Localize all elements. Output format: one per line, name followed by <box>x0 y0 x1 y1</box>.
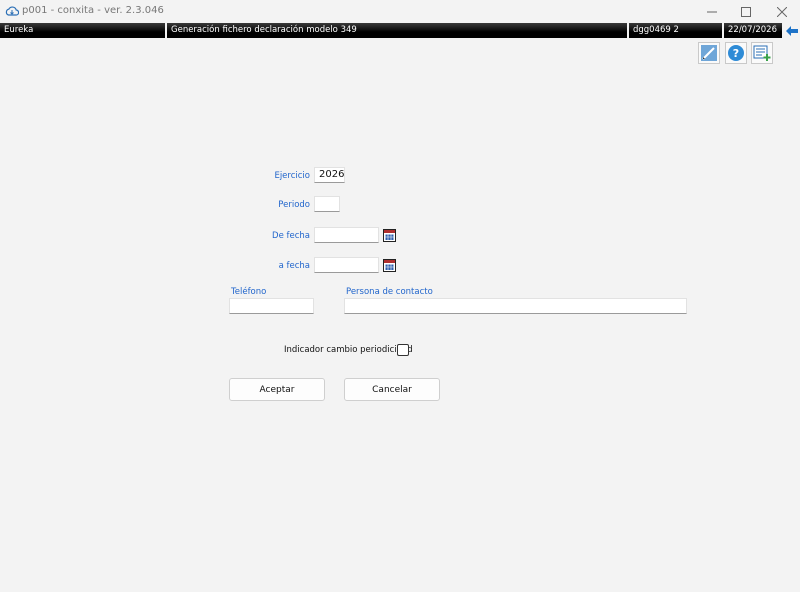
list-add-button[interactable] <box>751 42 773 64</box>
aceptar-button[interactable]: Aceptar <box>229 378 325 401</box>
pen-icon <box>701 45 717 61</box>
minimize-icon <box>707 11 717 12</box>
indicador-cambio-checkbox[interactable] <box>397 344 409 356</box>
ejercicio-label: Ejercicio <box>274 171 310 181</box>
persona-contacto-field[interactable] <box>344 298 687 314</box>
ejercicio-field[interactable]: 2026 <box>314 167 345 183</box>
telefono-field[interactable] <box>229 298 314 314</box>
close-icon <box>777 6 787 17</box>
status-user: dgg0469 2 <box>629 23 722 38</box>
help-button[interactable]: ? <box>725 42 747 64</box>
help-icon: ? <box>728 45 744 61</box>
cancelar-button[interactable]: Cancelar <box>344 378 440 401</box>
back-button[interactable] <box>784 23 800 38</box>
indicador-cambio-label: Indicador cambio periodicidad <box>284 345 413 355</box>
a-fecha-label: a fecha <box>278 261 310 271</box>
maximize-icon <box>741 6 751 17</box>
svg-text:?: ? <box>733 47 739 60</box>
periodo-label: Periodo <box>278 200 310 210</box>
status-app-name: Eureka <box>0 23 165 38</box>
de-fecha-label: De fecha <box>272 231 310 241</box>
status-bar: Eureka Generación fichero declaración mo… <box>0 23 800 38</box>
status-program-name: Generación fichero declaración modelo 34… <box>167 23 627 38</box>
calendar-icon[interactable] <box>383 229 396 242</box>
cloud-download-icon <box>5 6 19 16</box>
arrow-left-icon <box>786 25 798 36</box>
window-titlebar: p001 - conxita - ver. 2.3.046 <box>0 0 800 23</box>
calendar-icon[interactable] <box>383 259 396 272</box>
minimize-button[interactable] <box>694 0 730 23</box>
a-fecha-field[interactable] <box>314 257 379 273</box>
maximize-button[interactable] <box>728 0 764 23</box>
window-title: p001 - conxita - ver. 2.3.046 <box>22 5 164 16</box>
edit-tool-button[interactable] <box>698 42 720 64</box>
status-date: 22/07/2026 <box>724 23 782 38</box>
list-add-icon <box>753 45 771 61</box>
de-fecha-field[interactable] <box>314 227 379 243</box>
periodo-field[interactable] <box>314 196 340 212</box>
close-button[interactable] <box>764 0 800 23</box>
telefono-label: Teléfono <box>231 287 267 297</box>
persona-contacto-label: Persona de contacto <box>346 287 433 297</box>
